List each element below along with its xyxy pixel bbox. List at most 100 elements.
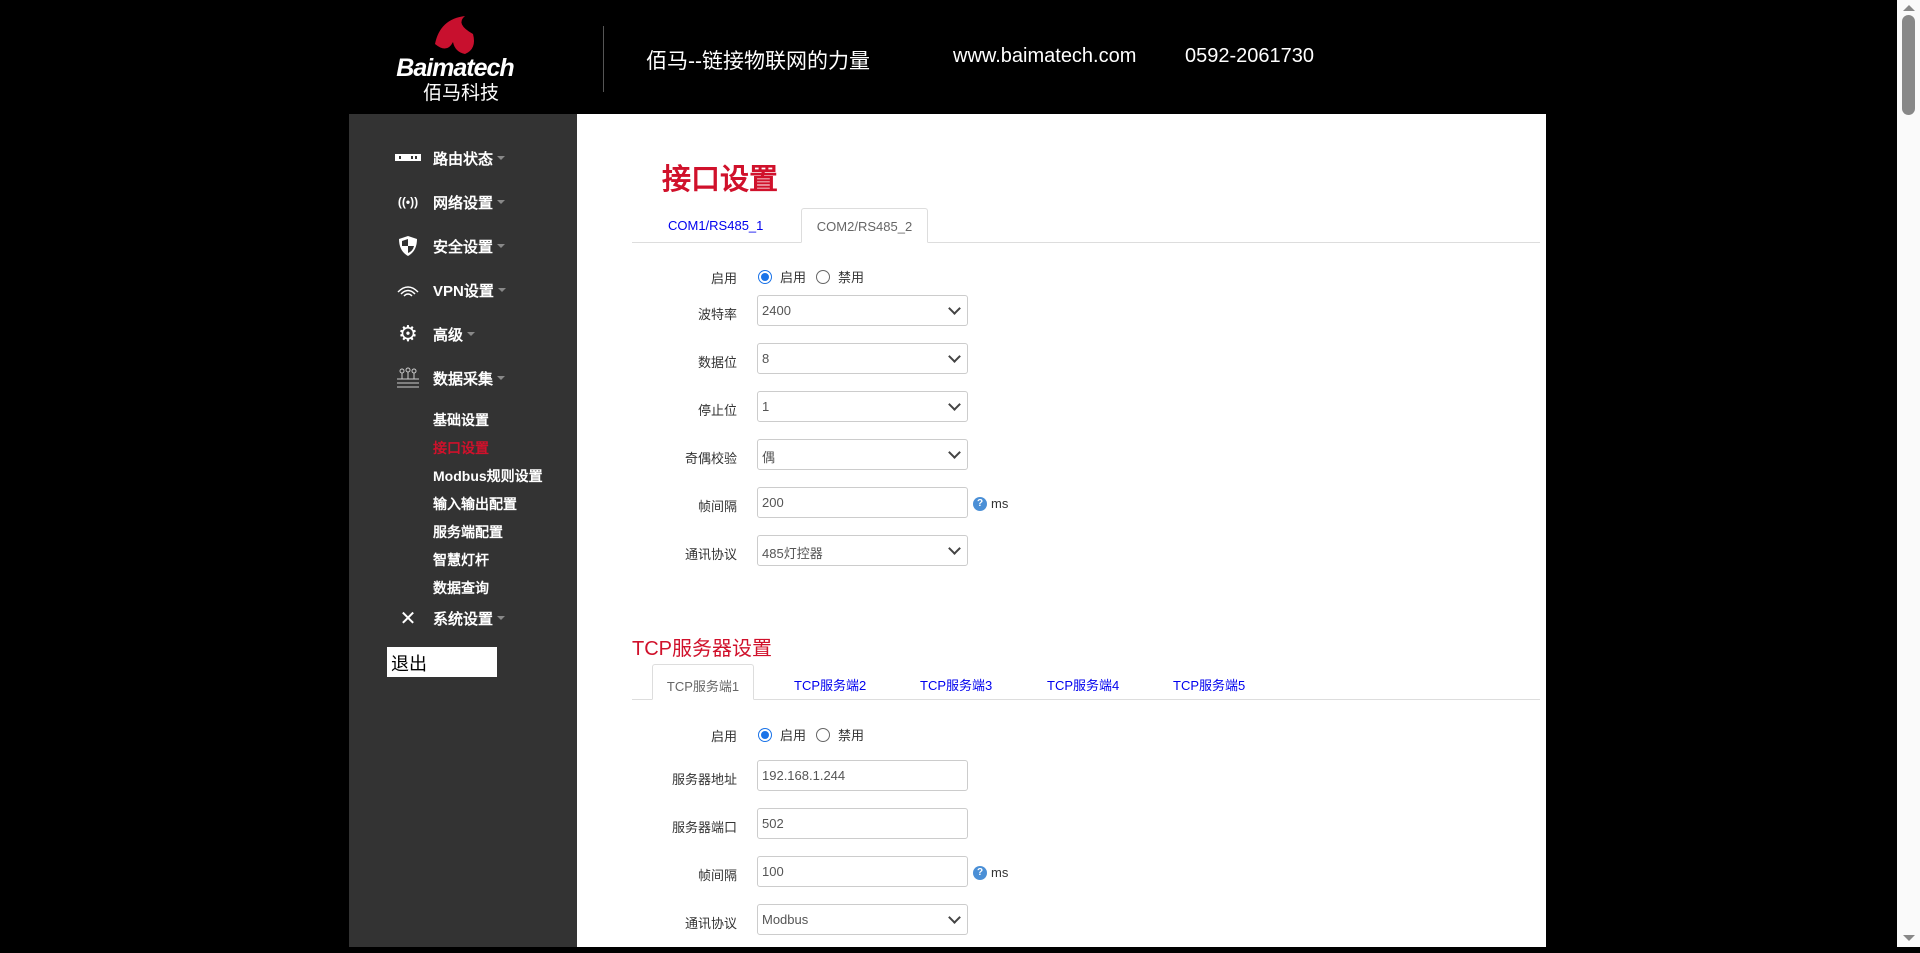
tcp-enable-on-label: 启用 xyxy=(780,728,807,743)
server-port-label: 服务器端口 xyxy=(671,820,737,835)
caret-down-icon xyxy=(497,288,506,292)
subnav-io[interactable]: 输入输出配置 xyxy=(433,494,517,514)
nav-label: 网络设置 xyxy=(433,194,494,212)
nav-router-status[interactable]: 路由状态 xyxy=(395,146,506,170)
website: www.baimatech.com xyxy=(953,45,1137,67)
nav-data-collect[interactable]: 数据采集 xyxy=(395,366,506,390)
caret-down-icon xyxy=(497,156,506,160)
scroll-up-icon[interactable] xyxy=(1903,5,1915,11)
server-port-input[interactable]: 502 xyxy=(757,808,968,839)
databits-value: 8 xyxy=(762,351,770,366)
tcp-enable-on-radio[interactable] xyxy=(758,727,772,742)
nav-vpn[interactable]: VPN设置 xyxy=(395,278,506,302)
tab-tcp4[interactable]: TCP服务端4 xyxy=(1047,675,1119,694)
chevron-down-icon xyxy=(948,350,961,363)
enable-label: 启用 xyxy=(710,271,737,286)
server-address-label: 服务器地址 xyxy=(671,772,737,787)
interval-input[interactable]: 200 xyxy=(757,487,968,518)
parity-label: 奇偶校验 xyxy=(684,451,737,466)
main-content: 接口设置 COM1/RS485_1 COM2/RS485_2 启用 启用 禁用 波… xyxy=(577,114,1546,947)
tab-com1[interactable]: COM1/RS485_1 xyxy=(668,218,763,233)
chevron-down-icon xyxy=(948,302,961,315)
tcp-protocol-label: 通讯协议 xyxy=(684,916,737,931)
tab-tcp3[interactable]: TCP服务端3 xyxy=(920,675,992,694)
nav-label: 数据采集 xyxy=(433,370,494,388)
horse-logo-icon xyxy=(435,16,474,54)
server-address-input[interactable]: 192.168.1.244 xyxy=(757,760,968,791)
nav-advanced[interactable]: ⚙ 高级 xyxy=(395,321,476,346)
databits-label: 数据位 xyxy=(697,355,737,370)
chevron-down-icon xyxy=(948,911,961,924)
tcp-enable-label: 启用 xyxy=(710,729,737,744)
tcp-interval-unit: ms xyxy=(991,865,1009,880)
router-icon xyxy=(395,148,421,168)
subnav-modbus-rules[interactable]: Modbus规则设置 xyxy=(433,466,543,486)
logo-cn: 佰马科技 xyxy=(423,83,500,104)
interval-value: 200 xyxy=(762,495,784,510)
caret-down-icon xyxy=(467,332,476,336)
shield-icon xyxy=(395,236,421,256)
subnav-server[interactable]: 服务端配置 xyxy=(433,522,503,542)
header-divider xyxy=(603,26,604,92)
nav-network[interactable]: ((•)) 网络设置 xyxy=(395,190,506,214)
tcp-tabs: TCP服务端1 TCP服务端2 TCP服务端3 TCP服务端4 TCP服务端5 xyxy=(577,664,1546,700)
tcp-enable-off-radio[interactable] xyxy=(816,727,831,742)
tab-com2[interactable]: COM2/RS485_2 xyxy=(801,208,928,243)
nav-label: 路由状态 xyxy=(433,150,494,168)
enable-on-radio[interactable] xyxy=(758,269,772,284)
enable-radio-group: 启用 禁用 xyxy=(758,267,874,286)
tab-tcp5[interactable]: TCP服务端5 xyxy=(1173,675,1245,694)
nav-system[interactable]: ✕ 系统设置 xyxy=(395,606,506,630)
logo: Baimatech 佰马科技 xyxy=(395,14,515,104)
nav-label: 安全设置 xyxy=(433,238,494,256)
stopbits-label: 停止位 xyxy=(697,403,737,418)
logout-button[interactable]: 退出 xyxy=(387,647,497,677)
subnav-interface[interactable]: 接口设置 xyxy=(433,438,489,458)
tab-tcp1[interactable]: TCP服务端1 xyxy=(652,664,754,700)
chevron-down-icon xyxy=(948,542,961,555)
tcp-form: 启用 启用 禁用 服务器地址 192.168.1.244 服务器端口 502 帧间… xyxy=(577,723,1177,953)
sidebar: 路由状态 ((•)) 网络设置 安全设置 VPN设置 ⚙ 高级 数据采集 基础设置 … xyxy=(349,114,577,947)
chevron-down-icon xyxy=(948,446,961,459)
subnav-data-query[interactable]: 数据查询 xyxy=(433,578,489,598)
help-icon[interactable]: ? xyxy=(973,866,987,880)
subnav-smart-pole[interactable]: 智慧灯杆 xyxy=(433,550,489,570)
stopbits-value: 1 xyxy=(762,399,770,414)
scrollbar-thumb[interactable] xyxy=(1902,15,1915,115)
caret-down-icon xyxy=(497,244,506,248)
header: Baimatech 佰马科技 佰马--链接物联网的力量 www.baimatec… xyxy=(0,0,1897,114)
help-icon[interactable]: ? xyxy=(973,497,987,511)
wireless-icon: ((•)) xyxy=(397,195,419,209)
scrollbar[interactable] xyxy=(1897,0,1920,947)
tools-icon: ✕ xyxy=(399,607,417,630)
data-collect-icon xyxy=(395,367,421,388)
vpn-icon xyxy=(395,280,421,300)
nav-security[interactable]: 安全设置 xyxy=(395,234,506,258)
stopbits-select[interactable]: 1 xyxy=(757,391,968,422)
scroll-down-icon[interactable] xyxy=(1903,935,1915,941)
interval-unit: ms xyxy=(991,496,1009,511)
tcp-protocol-select[interactable]: Modbus xyxy=(757,904,968,935)
com-tabs: COM1/RS485_1 COM2/RS485_2 xyxy=(577,208,1546,243)
nav-label: 系统设置 xyxy=(433,610,494,628)
tcp-section-title: TCP服务器设置 xyxy=(632,638,772,660)
baud-select[interactable]: 2400 xyxy=(757,295,968,326)
protocol-value: 485灯控器 xyxy=(762,546,823,561)
enable-on-label: 启用 xyxy=(780,270,807,285)
tcp-enable-off-label: 禁用 xyxy=(838,728,865,743)
caret-down-icon xyxy=(497,200,506,204)
slogan: 佰马--链接物联网的力量 xyxy=(646,50,870,73)
tcp-protocol-value: Modbus xyxy=(762,912,809,927)
caret-down-icon xyxy=(497,616,506,620)
tab-tcp2[interactable]: TCP服务端2 xyxy=(794,675,866,694)
databits-select[interactable]: 8 xyxy=(757,343,968,374)
enable-off-label: 禁用 xyxy=(838,270,865,285)
parity-select[interactable]: 偶 xyxy=(757,439,968,470)
enable-off-radio[interactable] xyxy=(816,269,831,284)
parity-value: 偶 xyxy=(762,450,776,465)
protocol-select[interactable]: 485灯控器 xyxy=(757,535,968,566)
server-address-value: 192.168.1.244 xyxy=(762,768,846,783)
tcp-interval-input[interactable]: 100 xyxy=(757,856,968,887)
subnav-basic[interactable]: 基础设置 xyxy=(433,410,489,430)
tcp-enable-radio-group: 启用 禁用 xyxy=(758,725,874,744)
